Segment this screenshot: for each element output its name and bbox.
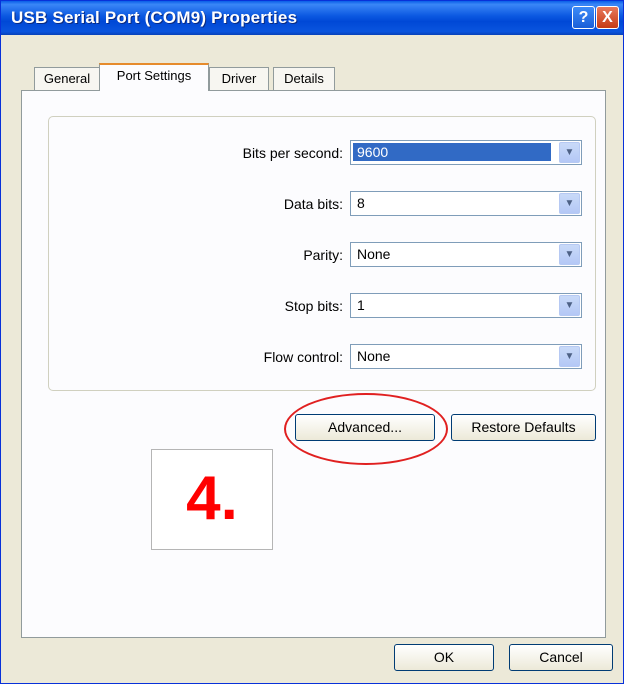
restore-defaults-button[interactable]: Restore Defaults (451, 414, 596, 441)
title-bar[interactable]: USB Serial Port (COM9) Properties ? X (1, 1, 623, 35)
chevron-down-icon[interactable]: ▼ (559, 142, 580, 163)
data-bits-label: Data bits: (283, 196, 343, 212)
flow-control-select[interactable]: None ▼ (350, 344, 582, 369)
stop-bits-value: 1 (357, 297, 365, 313)
chevron-down-icon[interactable]: ▼ (559, 244, 580, 265)
stop-bits-label: Stop bits: (284, 298, 343, 314)
bits-per-second-label: Bits per second: (242, 145, 343, 161)
step-annotation: 4. (151, 449, 273, 550)
tab-details[interactable]: Details (273, 67, 335, 91)
stop-bits-select[interactable]: 1 ▼ (350, 293, 582, 318)
window-title: USB Serial Port (COM9) Properties (11, 8, 298, 27)
chevron-down-icon[interactable]: ▼ (559, 295, 580, 316)
tab-driver[interactable]: Driver (209, 67, 269, 91)
data-bits-value: 8 (357, 195, 365, 211)
parity-label: Parity: (303, 247, 343, 263)
flow-control-value: None (357, 348, 391, 364)
chevron-down-icon[interactable]: ▼ (559, 346, 580, 367)
properties-dialog: USB Serial Port (COM9) Properties ? X Ge… (0, 0, 624, 684)
flow-control-label: Flow control: (263, 349, 343, 365)
ok-button[interactable]: OK (394, 644, 494, 671)
data-bits-select[interactable]: 8 ▼ (350, 191, 582, 216)
close-button[interactable]: X (596, 6, 619, 29)
highlight-circle (284, 393, 448, 465)
tab-port-settings[interactable]: Port Settings (99, 63, 209, 91)
parity-value: None (357, 246, 391, 262)
chevron-down-icon[interactable]: ▼ (559, 193, 580, 214)
bits-per-second-select[interactable]: 9600 ▼ (350, 140, 582, 165)
bits-per-second-value: 9600 (353, 143, 551, 161)
tab-general[interactable]: General (34, 67, 100, 91)
cancel-button[interactable]: Cancel (509, 644, 613, 671)
help-button[interactable]: ? (572, 6, 595, 29)
parity-select[interactable]: None ▼ (350, 242, 582, 267)
